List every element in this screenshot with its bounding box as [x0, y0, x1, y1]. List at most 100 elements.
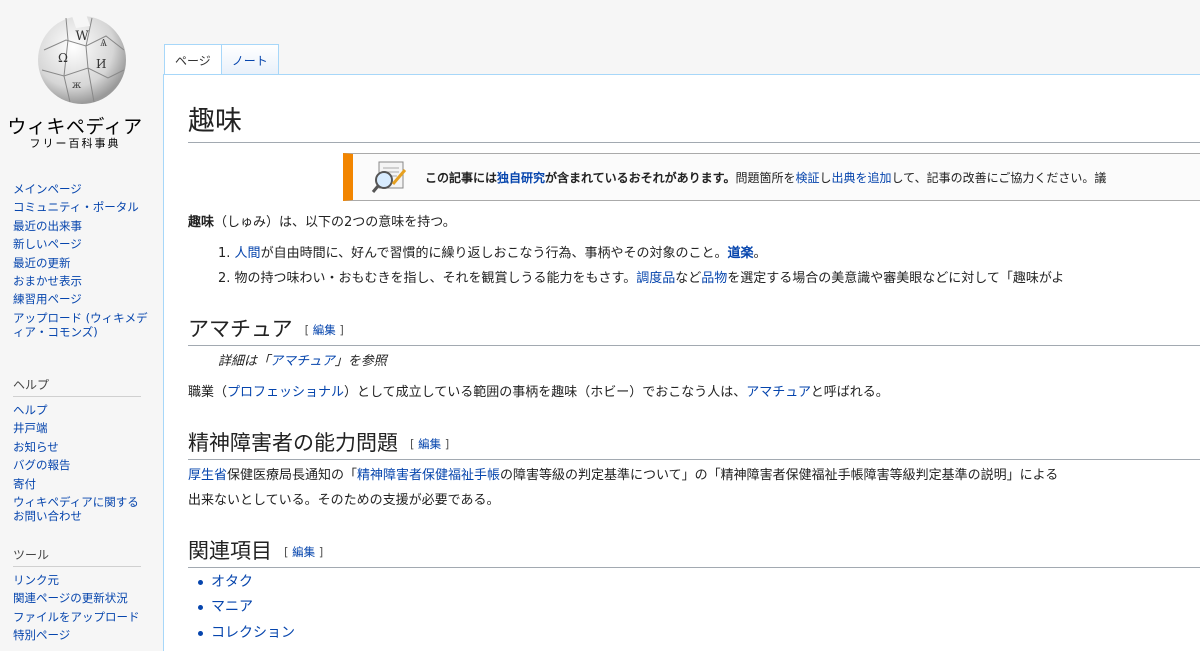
- doraku-link[interactable]: 道楽: [728, 246, 754, 261]
- tools-portal: ツール リンク元 関連ページの更新状況 ファイルをアップロード 特別ページ: [0, 548, 153, 647]
- logo-subtitle: フリー百科事典: [29, 137, 121, 150]
- notice-text: この記事には独自研究が含まれているおそれがあります。問題箇所を検証し出典を追加し…: [425, 169, 1106, 186]
- mania-link[interactable]: マニア: [211, 599, 253, 615]
- list-item: マニア: [198, 596, 253, 616]
- intro-text: （しゅみ）は、以下の2つの意味を持つ。: [214, 215, 456, 230]
- hatnote: 詳細は「アマチュア」を参照: [218, 350, 387, 369]
- sidebar-item-what-links-here[interactable]: リンク元: [13, 573, 59, 587]
- svg-text:И: И: [96, 57, 106, 71]
- sidebar-item-new-pages[interactable]: 新しいページ: [13, 237, 82, 251]
- section-heading-amateur: アマチュア [ 編集 ]: [188, 313, 1200, 346]
- sidebar-item-recent-changes[interactable]: 最近の更新: [13, 256, 71, 270]
- para-text: 職業（: [188, 385, 228, 400]
- para-text: ）として成立している範囲の事柄を趣味（ホビー）でおこなう人は、: [344, 385, 747, 400]
- sidebar-item-village-pump[interactable]: 井戸端: [13, 421, 48, 435]
- otaku-link[interactable]: オタク: [211, 574, 253, 590]
- sidebar-item-upload-file[interactable]: ファイルをアップロード: [13, 610, 140, 624]
- list-text: 物の持つ味わい・おもむきを指し、それを観賞しうる能力をもさす。: [234, 271, 637, 286]
- amateur-hatnote-link[interactable]: アマチュア: [270, 354, 335, 369]
- amateur-paragraph: 職業（プロフェッショナル）として成立している範囲の事柄を趣味（ホビー）でおこなう…: [188, 381, 889, 400]
- tools-heading: ツール: [13, 548, 141, 567]
- original-research-link[interactable]: 独自研究: [497, 171, 545, 185]
- original-research-notice: この記事には独自研究が含まれているおそれがあります。問題箇所を検証し出典を追加し…: [343, 153, 1200, 201]
- edit-section-link[interactable]: [ 編集 ]: [305, 323, 344, 337]
- svg-text:W: W: [75, 29, 89, 44]
- notice-text-3: して、記事の改善にご協力ください。議: [891, 171, 1107, 185]
- mhw-link[interactable]: 厚生省: [188, 468, 227, 483]
- list-item: 2. 物の持つ味わい・おもむきを指し、それを観賞しうる能力をもさす。調度品など品…: [218, 267, 1064, 286]
- list-text: を選定する場合の美意識や審美眼などに対して「趣味がよ: [727, 271, 1065, 286]
- list-item: コレクション: [198, 622, 295, 642]
- intro-paragraph: 趣味（しゅみ）は、以下の2つの意味を持つ。: [188, 211, 456, 230]
- sidebar-item-upload-commons[interactable]: アップロード (ウィキメディア・コモンズ): [13, 311, 148, 339]
- para-text: 保健医療局長通知の「: [227, 468, 358, 483]
- disability-paragraph: 厚生省保健医療局長通知の「精神障害者保健福祉手帳の障害等級の判定基準について」の…: [188, 464, 1058, 483]
- svg-text:Ѧ: Ѧ: [100, 38, 108, 49]
- handbook-link[interactable]: 精神障害者保健福祉手帳: [357, 468, 500, 483]
- notice-bold-1: この記事には: [425, 171, 498, 185]
- section-title: アマチュア: [188, 317, 293, 341]
- tab-talk[interactable]: ノート: [221, 44, 279, 75]
- svg-text:Ω: Ω: [58, 51, 68, 65]
- list-text: 。: [753, 246, 767, 261]
- section-title: 精神障害者の能力問題: [188, 431, 398, 455]
- sidebar-item-help[interactable]: ヘルプ: [13, 403, 48, 417]
- list-text: など: [675, 271, 702, 286]
- sidebar-item-random[interactable]: おまかせ表示: [13, 274, 82, 288]
- sidebar-item-community-portal[interactable]: コミュニティ・ポータル: [13, 200, 139, 214]
- verify-link[interactable]: 検証: [796, 171, 820, 185]
- disability-paragraph-line2: 出来ないとしている。そのための支援が必要である。: [188, 493, 500, 508]
- tab-page[interactable]: ページ: [164, 44, 222, 76]
- para-text: と呼ばれる。: [810, 385, 889, 400]
- list-text: が自由時間に、好んで習慣的に繰り返しおこなう行為、事柄やその対象のこと。: [260, 246, 728, 261]
- wikipedia-logo[interactable]: W Ω И ж Ѧ ウィキペディア フリー百科事典: [0, 0, 160, 160]
- bullet-icon: [198, 604, 203, 610]
- list-number: 2.: [218, 271, 231, 286]
- add-citation-link[interactable]: 出典を追加: [832, 171, 892, 185]
- help-portal: ヘルプ ヘルプ 井戸端 お知らせ バグの報告 寄付 ウィキペディアに関するお問い…: [0, 378, 160, 528]
- goods-link[interactable]: 品物: [701, 271, 727, 286]
- notice-text-1: 問題箇所を: [735, 171, 796, 185]
- human-link[interactable]: 人間: [235, 246, 261, 261]
- namespace-tabs: ページ ノート: [164, 44, 279, 76]
- notice-bold-2: が含まれているおそれがあります。: [545, 171, 736, 185]
- sidebar: メインページ コミュニティ・ポータル 最近の出来事 新しいページ 最近の更新 お…: [0, 170, 160, 642]
- svg-text:ж: ж: [72, 80, 82, 91]
- sidebar-item-announcements[interactable]: お知らせ: [13, 440, 59, 454]
- sidebar-item-bug-report[interactable]: バグの報告: [13, 458, 71, 472]
- section-title: 関連項目: [188, 539, 272, 563]
- list-number: 1.: [218, 246, 231, 261]
- amateur-link[interactable]: アマチュア: [746, 385, 810, 400]
- sidebar-item-donate[interactable]: 寄付: [13, 477, 36, 491]
- navigation-portal: メインページ コミュニティ・ポータル 最近の出来事 新しいページ 最近の更新 お…: [0, 182, 160, 339]
- sidebar-item-related-changes[interactable]: 関連ページの更新状況: [13, 591, 128, 605]
- edit-section-link[interactable]: [ 編集 ]: [284, 545, 323, 559]
- list-item: 1. 人間が自由時間に、好んで習慣的に繰り返しおこなう行為、事柄やその対象のこと…: [218, 242, 767, 261]
- page-title: 趣味: [188, 99, 1200, 143]
- collection-link[interactable]: コレクション: [211, 625, 295, 641]
- article-content: 趣味 この記事には独自研究が含まれているおそれがあります。問題箇所を検証し出典を…: [163, 74, 1200, 651]
- edit-link-text[interactable]: 編集: [292, 545, 315, 559]
- sidebar-item-sandbox[interactable]: 練習用ページ: [13, 292, 82, 306]
- sidebar-item-contact[interactable]: ウィキペディアに関するお問い合わせ: [13, 495, 139, 523]
- sidebar-item-current-events[interactable]: 最近の出来事: [13, 219, 82, 233]
- furniture-link[interactable]: 調度品: [636, 271, 675, 286]
- sidebar-item-special-pages[interactable]: 特別ページ: [13, 628, 70, 642]
- section-heading-disability: 精神障害者の能力問題 [ 編集 ]: [188, 427, 1200, 460]
- hatnote-text: 詳細は「: [218, 354, 271, 369]
- professional-link[interactable]: プロフェッショナル: [227, 385, 344, 400]
- bullet-icon: [198, 579, 203, 585]
- magnifier-edit-icon: [371, 161, 407, 193]
- help-heading: ヘルプ: [13, 378, 141, 397]
- edit-link-text[interactable]: 編集: [418, 437, 441, 451]
- hatnote-text: 」を参照: [334, 354, 387, 369]
- section-heading-related: 関連項目 [ 編集 ]: [188, 535, 1200, 568]
- list-item: オタク: [198, 571, 253, 591]
- bullet-icon: [198, 630, 203, 636]
- edit-link-text[interactable]: 編集: [313, 323, 336, 337]
- notice-text-2: し: [819, 171, 832, 185]
- sidebar-item-main-page[interactable]: メインページ: [13, 182, 82, 196]
- edit-section-link[interactable]: [ 編集 ]: [410, 437, 449, 451]
- para-text: の障害等級の判定基準について」の「精神障害者保健福祉手帳障害等級判定基準の説明」…: [500, 468, 1059, 483]
- intro-bold: 趣味: [188, 215, 215, 230]
